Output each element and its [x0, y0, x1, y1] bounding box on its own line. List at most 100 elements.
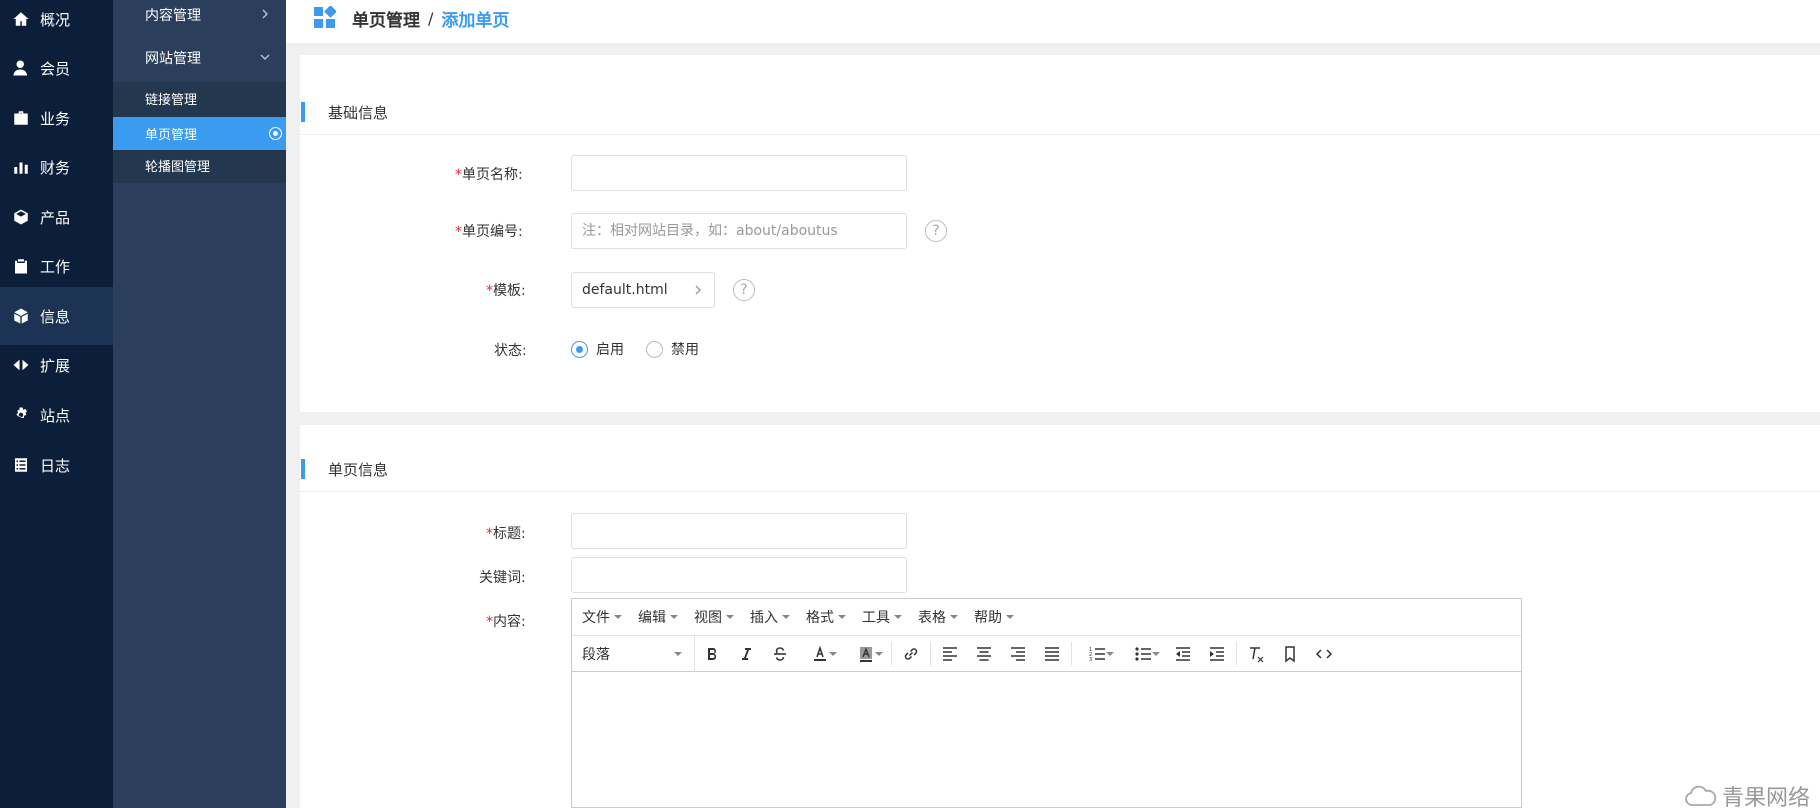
required-mark: *	[455, 167, 462, 183]
align-center-button[interactable]	[967, 636, 1001, 672]
main-nav: 概况 会员 业务 财务 产品 工作 信息 扩展 站点 日志	[0, 0, 113, 808]
bookmark-button[interactable]	[1273, 636, 1307, 672]
expand-icon	[12, 356, 30, 374]
menu-label: 帮助	[974, 610, 1002, 626]
menu-format[interactable]: 格式	[806, 607, 846, 627]
breadcrumb: 单页管理 / 添加单页	[352, 6, 509, 31]
source-code-button[interactable]	[1307, 636, 1341, 672]
caret-down-icon	[894, 615, 902, 619]
editor-menubar: 文件 编辑 视图 插入 格式 工具 表格 帮助	[572, 599, 1521, 636]
menu-insert[interactable]: 插入	[750, 607, 790, 627]
text-color-icon	[814, 645, 826, 661]
menu-label: 文件	[582, 610, 610, 626]
align-left-icon	[943, 646, 957, 661]
subnav-item-carousel[interactable]: 轮播图管理	[113, 149, 286, 182]
chevron-down-icon	[258, 50, 272, 64]
menu-edit[interactable]: 编辑	[638, 607, 678, 627]
menu-help[interactable]: 帮助	[974, 607, 1014, 627]
subnav-panel: 链接管理 单页管理 轮播图管理	[113, 82, 286, 183]
label-text: 状态:	[494, 343, 527, 359]
keywords-input[interactable]	[571, 557, 907, 593]
breadcrumb-parent[interactable]: 单页管理	[352, 6, 420, 31]
breadcrumb-separator: /	[428, 9, 434, 28]
caret-down-icon	[782, 615, 790, 619]
subnav-group-label: 内容管理	[145, 8, 201, 24]
caret-down-icon	[1006, 615, 1014, 619]
page-name-input[interactable]	[571, 155, 907, 191]
subnav-item-label: 轮播图管理	[145, 160, 211, 175]
italic-button[interactable]	[729, 636, 763, 672]
label-text: 关键词:	[479, 570, 526, 586]
editor-toolbar: 段落 123	[572, 635, 1521, 672]
nav-item-label: 业务	[40, 109, 71, 128]
title-input[interactable]	[571, 513, 907, 549]
align-left-button[interactable]	[933, 636, 967, 672]
bar-chart-icon	[12, 158, 30, 176]
bold-button[interactable]	[695, 636, 729, 672]
link-button[interactable]	[894, 636, 928, 672]
watermark: 青果网络	[1684, 780, 1810, 808]
outdent-button[interactable]	[1166, 636, 1200, 672]
align-justify-button[interactable]	[1035, 636, 1069, 672]
log-icon	[12, 456, 30, 474]
strikethrough-button[interactable]	[763, 636, 797, 672]
nav-item-label: 扩展	[40, 356, 71, 375]
help-icon[interactable]: ?	[733, 279, 755, 301]
clear-format-icon	[1250, 646, 1264, 662]
help-icon[interactable]: ?	[925, 220, 947, 242]
text-color-button[interactable]	[797, 636, 843, 672]
section-title: 单页信息	[328, 461, 389, 479]
chevron-right-icon	[258, 7, 272, 21]
status-enabled-radio[interactable]: 启用	[571, 339, 624, 359]
align-center-icon	[977, 646, 991, 661]
bullet-list-button[interactable]	[1120, 636, 1166, 672]
menu-table[interactable]: 表格	[918, 607, 958, 627]
align-right-icon	[1011, 646, 1025, 661]
radio-label: 禁用	[671, 342, 699, 358]
subnav-item-singlepage[interactable]: 单页管理	[113, 117, 286, 150]
subnav-item-label: 单页管理	[145, 128, 198, 143]
editor-content-area[interactable]	[572, 673, 1521, 807]
breadcrumb-current: 添加单页	[441, 11, 510, 31]
page-header: 单页管理 / 添加单页	[286, 0, 1820, 43]
align-right-button[interactable]	[1001, 636, 1035, 672]
clipboard-icon	[12, 257, 30, 275]
outdent-icon	[1176, 646, 1190, 661]
menu-view[interactable]: 视图	[694, 607, 734, 627]
numbered-list-icon: 123	[1089, 647, 1105, 663]
caret-down-icon	[829, 651, 837, 656]
radio-circle	[646, 340, 663, 358]
indent-icon	[1210, 646, 1224, 661]
page-code-input[interactable]	[571, 213, 907, 249]
nav-item-log[interactable]: 日志	[0, 436, 113, 494]
numbered-list-button[interactable]: 123	[1074, 636, 1120, 672]
box-icon	[12, 208, 30, 226]
caret-down-icon	[875, 651, 883, 656]
rich-text-editor: 文件 编辑 视图 插入 格式 工具 表格 帮助 段落 123	[571, 598, 1522, 808]
caret-down-icon	[1106, 651, 1114, 656]
italic-icon	[742, 647, 751, 660]
label-text: 单页名称:	[462, 167, 523, 183]
required-mark: *	[486, 614, 493, 630]
indent-button[interactable]	[1200, 636, 1234, 672]
radio-circle	[571, 340, 588, 358]
menu-tools[interactable]: 工具	[862, 607, 902, 627]
code-icon	[1315, 648, 1333, 659]
label-text: 标题:	[493, 526, 526, 542]
status-label: 状态:	[494, 340, 527, 360]
template-select[interactable]: default.html	[571, 272, 715, 308]
required-mark: *	[486, 526, 493, 542]
subnav-item-links[interactable]: 链接管理	[113, 82, 286, 115]
background-color-button[interactable]	[843, 636, 889, 672]
menu-file[interactable]: 文件	[582, 607, 622, 627]
subnav-group-site[interactable]: 网站管理	[113, 38, 286, 78]
section-accent-bar	[301, 102, 305, 122]
link-icon	[904, 647, 918, 660]
nav-item-label: 财务	[40, 158, 71, 177]
gear-icon	[12, 406, 30, 424]
block-format-select[interactable]: 段落	[572, 635, 695, 672]
section-header: 基础信息	[300, 85, 1820, 135]
clear-format-button[interactable]	[1239, 636, 1273, 672]
status-disabled-radio[interactable]: 禁用	[646, 339, 699, 359]
subnav-group-content[interactable]: 内容管理	[113, 0, 286, 35]
